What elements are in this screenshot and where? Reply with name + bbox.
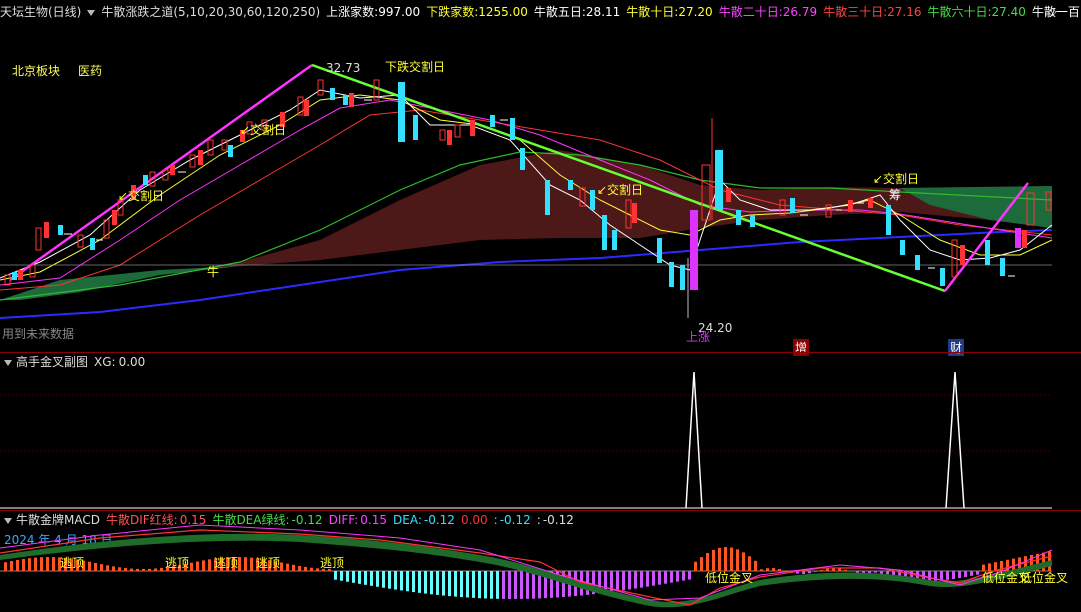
dif-value: 0.15 [179, 513, 207, 527]
low-golden-cross-3: 低位金叉 [1020, 571, 1069, 585]
diff-label: DIFF: [328, 513, 359, 527]
xg-label: XG: [94, 355, 116, 369]
low-golden-cross-1: 低位金叉 [705, 571, 754, 585]
high-price-label: 32.73 [326, 61, 361, 75]
diff-value: 0.15 [360, 513, 387, 527]
collapse-icon[interactable] [4, 517, 12, 524]
down-cross-label: 下跌交割日 [385, 60, 446, 74]
v2-value: -0.12 [499, 513, 531, 527]
escape-top-1: 逃顶 [60, 556, 85, 570]
v2-sep: : [493, 513, 498, 527]
escape-top-5: 逃顶 [320, 556, 345, 570]
low-up-tag: 上涨 [686, 330, 711, 344]
dea2-value: -0.12 [423, 513, 455, 527]
future-data-note: 用到未来数据 [2, 327, 75, 341]
dea-label: 牛散DEA绿线: [212, 513, 290, 527]
dea2-label: DEA: [393, 513, 422, 527]
cross-label-4: ↙交割日 [873, 172, 920, 186]
dif-label: 牛散DIF红线: [105, 513, 178, 527]
xg-value: 0.00 [118, 355, 146, 369]
cross-label-1: ↙交割日 [240, 123, 287, 137]
escape-top-4: 逃顶 [256, 556, 281, 570]
panel-divider-1[interactable] [0, 352, 1081, 353]
v3-sep: : [536, 513, 541, 527]
zeng-marker: 增 [793, 339, 810, 356]
v1-value: 0.00 [460, 513, 488, 527]
sub2-title[interactable]: 牛散金牌MACD [16, 513, 100, 527]
collapse-icon[interactable] [4, 359, 12, 366]
v3-value: -0.12 [542, 513, 574, 527]
sub1-header: 高手金叉副图 XG: 0.00 [4, 353, 145, 371]
chip-marker: 筹 [889, 188, 902, 202]
macd-date: 2024 年 4 月 18 日 [4, 533, 113, 547]
cai-marker: 财 [948, 339, 965, 356]
cross-label-3: ↙交割日 [597, 183, 644, 197]
escape-top-3: 逃顶 [214, 556, 239, 570]
sub1-title[interactable]: 高手金叉副图 [16, 355, 88, 369]
dea-value: -0.12 [291, 513, 323, 527]
cross-label-2: ↙交割日 [118, 189, 165, 203]
buy-marker: 牛 [207, 265, 220, 279]
escape-top-2: 逃顶 [165, 556, 190, 570]
sub2-header: 牛散金牌MACD 牛散DIF红线: 0.15 牛散DEA绿线: -0.12 DIFF: 0.… [4, 511, 574, 529]
